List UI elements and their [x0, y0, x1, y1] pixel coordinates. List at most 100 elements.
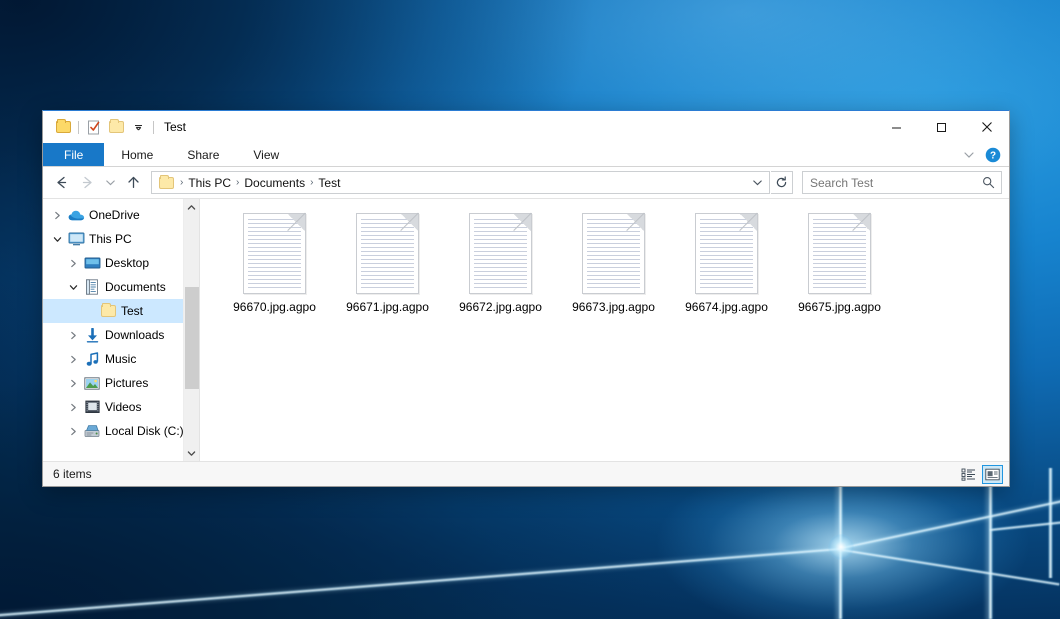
- drive-icon: [82, 424, 102, 438]
- scrollbar-track[interactable]: [184, 215, 200, 445]
- cloud-icon: [66, 209, 86, 222]
- file-item[interactable]: 96671.jpg.agpo: [331, 209, 444, 320]
- ribbon-right-controls: ?: [963, 143, 1009, 166]
- folder-icon[interactable]: [157, 177, 179, 189]
- file-name-label: 96672.jpg.agpo: [459, 300, 542, 314]
- generic-file-icon: [808, 213, 871, 294]
- tab-share[interactable]: Share: [170, 143, 236, 166]
- folder-icon[interactable]: [52, 116, 74, 138]
- title-bar: Test: [43, 111, 1009, 143]
- tab-view[interactable]: View: [236, 143, 296, 166]
- minimize-button[interactable]: [874, 111, 919, 143]
- scrollbar-thumb[interactable]: [185, 287, 199, 389]
- maximize-button[interactable]: [919, 111, 964, 143]
- file-list-pane[interactable]: 96670.jpg.agpo 96671.jpg.agpo 96672.jpg.ag…: [200, 199, 1009, 461]
- forward-button[interactable]: [75, 170, 100, 195]
- chevron-right-icon[interactable]: [49, 211, 66, 220]
- file-item[interactable]: 96674.jpg.agpo: [670, 209, 783, 320]
- breadcrumb: › This PC › Documents › Test: [157, 176, 748, 190]
- chevron-down-icon[interactable]: [127, 116, 149, 138]
- search-icon[interactable]: [982, 176, 995, 189]
- file-name-label: 96675.jpg.agpo: [798, 300, 881, 314]
- navigation-scrollbar[interactable]: [183, 199, 199, 461]
- picture-icon: [82, 377, 102, 390]
- qat-separator-1: [78, 121, 79, 134]
- sidebar-item-label: Videos: [102, 400, 141, 414]
- sidebar-item-documents[interactable]: Documents: [43, 275, 199, 299]
- sidebar-item-local-disk-c[interactable]: Local Disk (C:): [43, 419, 199, 443]
- monitor-icon: [66, 232, 86, 246]
- sidebar-item-label: Downloads: [102, 328, 164, 342]
- file-item[interactable]: 96672.jpg.agpo: [444, 209, 557, 320]
- document-icon: [82, 279, 102, 295]
- large-icons-view-button[interactable]: [982, 465, 1003, 484]
- chevron-right-icon[interactable]: [65, 403, 82, 412]
- generic-file-icon: [582, 213, 645, 294]
- generic-file-icon: [243, 213, 306, 294]
- recent-locations-button[interactable]: [101, 170, 120, 195]
- music-icon: [82, 352, 102, 367]
- scroll-up-button[interactable]: [184, 199, 200, 215]
- chevron-down-icon[interactable]: [963, 149, 975, 161]
- sidebar-item-onedrive[interactable]: OneDrive: [43, 203, 199, 227]
- up-button[interactable]: [121, 170, 146, 195]
- chevron-down-icon[interactable]: [65, 283, 82, 292]
- ribbon-tabs: File Home Share View ?: [43, 143, 1009, 167]
- file-item[interactable]: 96673.jpg.agpo: [557, 209, 670, 320]
- details-view-button[interactable]: [958, 465, 979, 484]
- desktop: Test: [0, 0, 1060, 619]
- sidebar-item-this-pc[interactable]: This PC: [43, 227, 199, 251]
- address-bar: › This PC › Documents › Test: [43, 167, 1009, 198]
- properties-icon[interactable]: [83, 116, 105, 138]
- search-box[interactable]: [802, 171, 1002, 194]
- sidebar-item-downloads[interactable]: Downloads: [43, 323, 199, 347]
- help-icon[interactable]: ?: [985, 147, 1001, 163]
- sidebar-item-label: Music: [102, 352, 136, 366]
- folder-tree: OneDrive This PC Desktop Documents Test Downl…: [43, 203, 199, 443]
- file-explorer-window: Test: [42, 110, 1010, 487]
- chevron-right-icon[interactable]: [65, 331, 82, 340]
- status-bar: 6 items: [43, 461, 1009, 486]
- sidebar-item-test[interactable]: Test: [43, 299, 199, 323]
- sidebar-item-music[interactable]: Music: [43, 347, 199, 371]
- breadcrumb-item-documents[interactable]: Documents: [240, 176, 309, 190]
- back-button[interactable]: [49, 170, 74, 195]
- sidebar-item-videos[interactable]: Videos: [43, 395, 199, 419]
- breadcrumb-actions: [748, 172, 767, 193]
- sidebar-item-label: Documents: [102, 280, 166, 294]
- chevron-right-icon[interactable]: [65, 355, 82, 364]
- search-input[interactable]: [810, 176, 982, 190]
- window-controls: [874, 111, 1009, 143]
- close-button[interactable]: [964, 111, 1009, 143]
- file-name-label: 96671.jpg.agpo: [346, 300, 429, 314]
- sidebar-item-label: Desktop: [102, 256, 149, 270]
- file-name-label: 96673.jpg.agpo: [572, 300, 655, 314]
- folder-icon: [98, 305, 118, 317]
- new-folder-icon[interactable]: [105, 116, 127, 138]
- generic-file-icon: [695, 213, 758, 294]
- desktop-icon: [82, 256, 102, 270]
- address-dropdown-button[interactable]: [748, 172, 767, 193]
- file-item[interactable]: 96670.jpg.agpo: [218, 209, 331, 320]
- video-icon: [82, 400, 102, 414]
- explorer-body: OneDrive This PC Desktop Documents Test Downl…: [43, 198, 1009, 461]
- breadcrumb-bar[interactable]: › This PC › Documents › Test: [151, 171, 770, 194]
- chevron-right-icon[interactable]: [65, 379, 82, 388]
- file-item[interactable]: 96675.jpg.agpo: [783, 209, 896, 320]
- chevron-right-icon[interactable]: [65, 427, 82, 436]
- file-name-label: 96670.jpg.agpo: [233, 300, 316, 314]
- tab-home[interactable]: Home: [104, 143, 170, 166]
- sidebar-item-desktop[interactable]: Desktop: [43, 251, 199, 275]
- breadcrumb-item-this-pc[interactable]: This PC: [184, 176, 235, 190]
- sidebar-item-label: This PC: [86, 232, 132, 246]
- chevron-right-icon[interactable]: [65, 259, 82, 268]
- item-count-label: 6 items: [53, 467, 92, 481]
- refresh-button[interactable]: [771, 171, 793, 194]
- tab-file[interactable]: File: [43, 143, 104, 166]
- sidebar-item-pictures[interactable]: Pictures: [43, 371, 199, 395]
- chevron-down-icon[interactable]: [49, 235, 66, 244]
- breadcrumb-item-test[interactable]: Test: [314, 176, 344, 190]
- scroll-down-button[interactable]: [184, 445, 200, 461]
- file-name-label: 96674.jpg.agpo: [685, 300, 768, 314]
- window-title: Test: [164, 120, 186, 134]
